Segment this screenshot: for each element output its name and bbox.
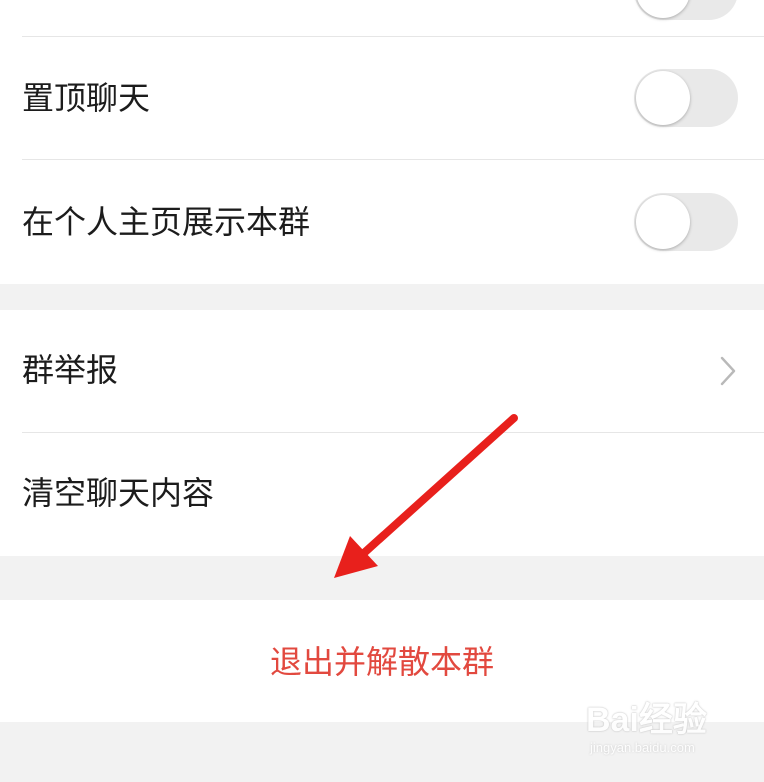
watermark-url: jingyan.baidu.com — [590, 740, 695, 755]
annotation-arrow — [334, 414, 518, 578]
watermark-logo: Bai经验 — [586, 701, 707, 739]
baidu-jingyan-watermark: Bai经验 jingyan.baidu.com — [586, 692, 736, 774]
